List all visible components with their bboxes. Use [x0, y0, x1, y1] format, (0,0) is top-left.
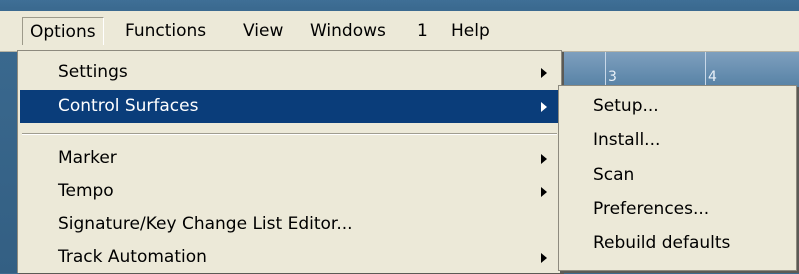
submenu-item-scan[interactable]: Scan [561, 159, 794, 192]
ruler-mark: 3 [608, 69, 617, 85]
menu-item-label: Control Surfaces [58, 96, 199, 116]
submenu-item-install[interactable]: Install... [561, 124, 794, 157]
submenu-arrow-icon [541, 102, 547, 112]
options-dropdown-menu: Settings Control Surfaces Marker Tempo S… [17, 50, 562, 273]
ruler-mark: 4 [708, 69, 717, 85]
menu-windows[interactable]: Windows [303, 17, 393, 45]
menu-item-label: Marker [58, 148, 117, 168]
control-surfaces-submenu: Setup... Install... Scan Preferences... … [558, 85, 797, 271]
menu-bar: Options Functions View Windows 1 Help [0, 11, 799, 52]
menu-item-label: Tempo [58, 181, 114, 201]
menu-1[interactable]: 1 [410, 17, 435, 45]
menu-item-track-automation[interactable]: Track Automation [20, 241, 559, 274]
submenu-arrow-icon [541, 68, 547, 78]
menu-item-tempo[interactable]: Tempo [20, 175, 559, 208]
menu-item-label: Track Automation [58, 247, 207, 267]
menu-item-marker[interactable]: Marker [20, 142, 559, 175]
menu-separator [22, 133, 557, 135]
menu-item-settings[interactable]: Settings [20, 56, 559, 89]
submenu-item-preferences[interactable]: Preferences... [561, 193, 794, 226]
submenu-arrow-icon [541, 187, 547, 197]
menu-help[interactable]: Help [444, 17, 497, 45]
menu-item-label: Settings [58, 62, 128, 82]
menu-options[interactable]: Options [22, 17, 104, 45]
menu-view[interactable]: View [236, 17, 290, 45]
menu-item-label: Signature/Key Change List Editor... [58, 214, 353, 234]
submenu-arrow-icon [541, 253, 547, 263]
submenu-arrow-icon [541, 154, 547, 164]
menu-functions[interactable]: Functions [118, 17, 213, 45]
submenu-item-setup[interactable]: Setup... [561, 90, 794, 123]
menu-item-control-surfaces[interactable]: Control Surfaces [20, 90, 559, 123]
submenu-item-rebuild-defaults[interactable]: Rebuild defaults [561, 227, 794, 260]
menu-item-signature-key-editor[interactable]: Signature/Key Change List Editor... [20, 208, 559, 241]
